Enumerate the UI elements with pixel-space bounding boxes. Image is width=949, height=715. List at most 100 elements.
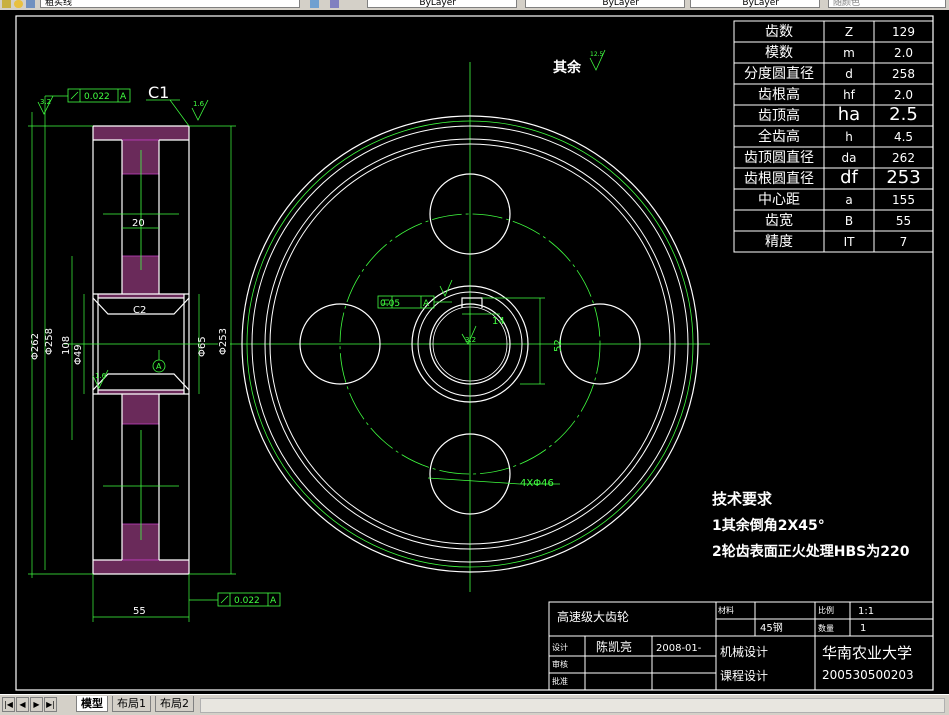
roughness-left-value: 3.2 — [40, 98, 51, 106]
gear-parameter-table: 齿数 Z 129模数 m 2.0分度圆直径 d 258齿根高 hf 2.0齿顶高 ha 2.5全齿高… — [733, 20, 934, 253]
layer-icon[interactable] — [2, 0, 11, 8]
param-name: 模数 — [765, 45, 793, 61]
keyway — [461, 297, 483, 308]
param-row: 精度 IT 7 — [765, 234, 907, 250]
param-value: 2.5 — [889, 104, 918, 125]
param-value: 2.0 — [894, 46, 913, 60]
tab-layout1[interactable]: 布局1 — [112, 696, 151, 712]
param-row: 齿数 Z 129 — [765, 24, 915, 40]
rest-roughness-label: 其余 — [553, 59, 582, 76]
material-label: 材料 — [718, 605, 734, 615]
param-symbol: df — [840, 167, 858, 188]
course-line-2: 课程设计 — [720, 668, 768, 683]
param-name: 齿根圆直径 — [744, 170, 814, 187]
flatness-datum: A — [423, 299, 430, 309]
last-tab-button[interactable]: ▶| — [44, 697, 57, 712]
rest-roughness-value: 12.5 — [590, 51, 604, 58]
param-symbol: d — [845, 67, 853, 81]
param-name: 中心距 — [758, 192, 800, 208]
designer-name: 陈凯亮 — [596, 639, 632, 654]
param-row: 齿根高 hf 2.0 — [758, 86, 913, 103]
param-name: 齿宽 — [765, 212, 793, 229]
dim-d258-label: Φ258 — [44, 328, 55, 355]
param-symbol: m — [843, 46, 855, 60]
dim-108-label: 108 — [61, 336, 72, 355]
layer-linetype-dropdown[interactable]: ByLayer — [525, 0, 685, 8]
tolerance-top-value: 0.022 — [84, 92, 110, 102]
param-name: 齿顶高 — [758, 107, 800, 124]
tab-layout2[interactable]: 布局2 — [155, 696, 194, 712]
param-row: 齿根圆直径 df 253 — [744, 167, 921, 188]
linetype-dropdown[interactable]: 粗实线 — [40, 0, 300, 8]
roughness-mid-value: 1.6 — [95, 372, 107, 380]
design-label: 设计 — [552, 642, 568, 652]
chamfer-c1-label: C1 — [148, 83, 169, 102]
param-value: 253 — [886, 167, 920, 188]
param-value: 2.0 — [894, 88, 913, 102]
param-name: 齿顶圆直径 — [744, 149, 814, 166]
color-dropdown[interactable]: ByLayer — [367, 0, 517, 8]
param-row: 模数 m 2.0 — [765, 45, 913, 61]
param-symbol: B — [845, 214, 853, 228]
sun-icon[interactable] — [14, 0, 23, 8]
front-view — [230, 62, 710, 592]
flatness-value: 0.05 — [380, 299, 400, 309]
dim-d49-label: Φ49 — [73, 344, 84, 365]
course-line-1: 机械设计 — [720, 644, 768, 659]
param-row: 中心距 a 155 — [758, 192, 915, 208]
param-value: 262 — [892, 151, 915, 165]
tech-requirement-1: 1其余倒角2X45° — [712, 517, 825, 534]
tab-model[interactable]: 模型 — [76, 696, 108, 712]
tolerance-bottom-value: 0.022 — [234, 596, 260, 606]
param-symbol: Z — [845, 25, 853, 39]
param-name: 精度 — [765, 234, 793, 250]
param-value: 129 — [892, 25, 915, 39]
dim-d262-label: Φ262 — [30, 333, 41, 360]
param-value: 55 — [896, 214, 911, 228]
school-name: 华南农业大学 — [822, 644, 912, 662]
approve-label: 批准 — [552, 676, 568, 686]
rim-hatch-bottom — [92, 559, 190, 575]
param-name: 齿数 — [765, 24, 793, 40]
param-symbol: hf — [843, 88, 856, 102]
layer-previous-icon[interactable] — [310, 0, 319, 8]
param-row: 分度圆直径 d 258 — [744, 65, 915, 82]
param-symbol: ha — [838, 104, 860, 125]
drawing-canvas[interactable]: 0.05 A 14 52 4XΦ46 3.2 其余 12.5 C1 C2 0.0… — [0, 10, 949, 694]
roughness-right-value: 1.6 — [193, 100, 205, 108]
qty-label: 数量 — [818, 623, 834, 633]
param-name: 全齿高 — [758, 128, 800, 145]
dim-d65-label: Φ65 — [197, 336, 208, 357]
next-tab-button[interactable]: ▶ — [30, 697, 43, 712]
horizontal-scrollbar[interactable] — [200, 698, 945, 713]
param-value: 155 — [892, 193, 915, 207]
param-name: 分度圆直径 — [744, 65, 814, 82]
hole-leader — [427, 477, 521, 485]
student-id: 200530500203 — [822, 668, 914, 682]
part-name: 高速级大齿轮 — [557, 609, 629, 624]
lineweight-dropdown[interactable]: ByLayer — [690, 0, 820, 8]
design-date: 2008-01- — [656, 643, 702, 654]
param-value: 7 — [900, 235, 908, 249]
lock-icon[interactable] — [26, 0, 35, 8]
prev-tab-button[interactable]: ◀ — [16, 697, 29, 712]
material-value: 45钢 — [760, 621, 783, 634]
param-symbol: h — [845, 130, 853, 144]
rim-hatch-top — [92, 125, 190, 141]
plotstyle-dropdown[interactable]: 随颜色 — [828, 0, 946, 8]
review-label: 审核 — [552, 659, 568, 669]
tech-requirement-2: 2轮齿表面正火处理HBS为220 — [712, 543, 910, 560]
hub-hatch-top — [121, 255, 160, 295]
param-symbol: da — [842, 151, 857, 165]
scale-value: 1:1 — [858, 606, 874, 617]
param-symbol: IT — [844, 235, 856, 249]
tolerance-top-datum: A — [120, 92, 127, 102]
keyway-width-label: 14 — [492, 316, 505, 327]
tolerance-bottom-datum: A — [270, 596, 277, 606]
first-tab-button[interactable]: |◀ — [2, 697, 15, 712]
qty-value: 1 — [860, 623, 866, 634]
keyway-depth-label: 52 — [553, 339, 564, 352]
dim-face-width-label: 55 — [133, 606, 146, 617]
layer-stack-icon[interactable] — [330, 0, 339, 8]
scale-label: 比例 — [818, 605, 834, 615]
